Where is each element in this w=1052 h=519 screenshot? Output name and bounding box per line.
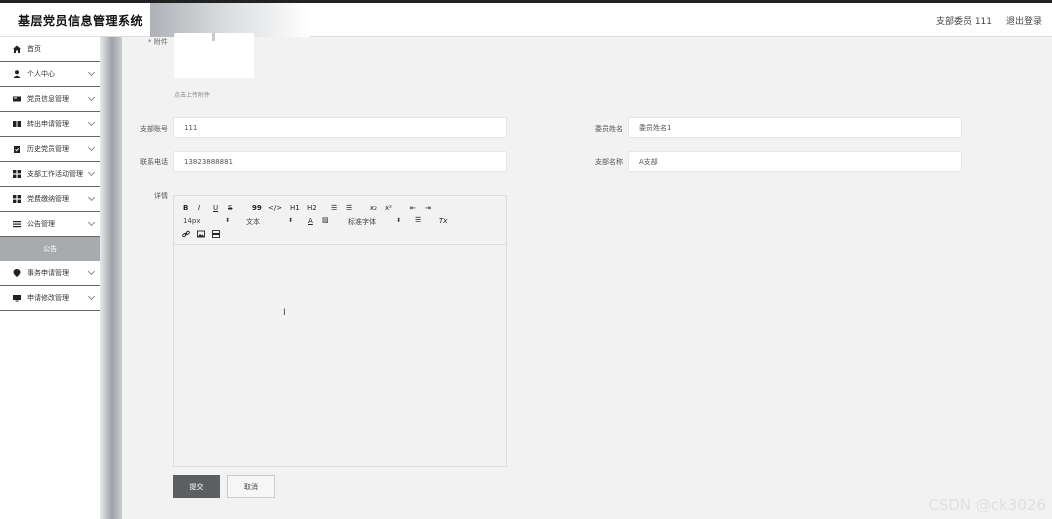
- superscript-button[interactable]: x²: [385, 204, 392, 212]
- sidebar-item-dues[interactable]: 党费缴纳管理: [0, 187, 100, 212]
- bold-button[interactable]: B: [183, 204, 188, 212]
- top-header: 基层党员信息管理系统 支部委员 111 退出登录: [0, 0, 1052, 37]
- chevron-down-icon: [87, 267, 96, 276]
- plus-icon: [212, 33, 215, 41]
- branch-name-label: 支部名称: [595, 158, 623, 166]
- sidebar-item-label: 党费缴纳管理: [27, 195, 69, 203]
- chevron-down-icon: [87, 168, 96, 177]
- sidebar-item-transfer[interactable]: 转出申请管理: [0, 112, 100, 137]
- sidebar-item-history[interactable]: 历史党员管理: [0, 137, 100, 162]
- sidebar-item-label: 支部工作活动管理: [27, 170, 83, 178]
- chevron-down-icon: [87, 292, 96, 301]
- indent-button[interactable]: ⇥: [425, 204, 431, 212]
- app-window: 基层党员信息管理系统 支部委员 111 退出登录 首页 个人中心 党员信息管理: [0, 0, 1052, 519]
- text-cursor-icon: I: [283, 308, 286, 318]
- sidebar-item-label: 转出申请管理: [27, 120, 69, 128]
- detail-label: 详情: [154, 192, 168, 200]
- sidebar-item-home[interactable]: 首页: [0, 37, 100, 62]
- chevron-down-icon: [87, 118, 96, 127]
- sidebar-item-modification[interactable]: 申请修改管理: [0, 286, 100, 311]
- sidebar-item-announcements[interactable]: 公告管理: [0, 212, 100, 237]
- branch-name-field[interactable]: A支部: [628, 151, 962, 172]
- branch-account-label: 支部账号: [140, 125, 168, 133]
- h2-button[interactable]: H2: [307, 204, 317, 212]
- chevron-down-icon: [87, 93, 96, 102]
- branch-account-field[interactable]: 111: [173, 117, 507, 138]
- sidebar-shadow: [100, 37, 122, 519]
- select-arrow-icon: ⬍: [288, 217, 294, 224]
- home-icon: [13, 45, 21, 53]
- cancel-button[interactable]: 取消: [227, 475, 275, 498]
- video-icon[interactable]: [212, 230, 220, 240]
- font-family-select[interactable]: 标准字体: [348, 217, 376, 227]
- current-user: 支部委员 111: [935, 17, 992, 27]
- list-icon: [13, 220, 21, 228]
- h1-button[interactable]: H1: [290, 204, 300, 212]
- ordered-list-button[interactable]: ☰: [331, 204, 337, 212]
- sidebar-item-affairs[interactable]: 事务申请管理: [0, 261, 100, 286]
- pin-icon: [13, 269, 21, 277]
- font-size-select[interactable]: 14px: [183, 217, 201, 225]
- sidebar-item-label: 历史党员管理: [27, 145, 69, 153]
- grid-icon: [13, 195, 21, 203]
- logout-link[interactable]: 退出登录: [1006, 14, 1042, 27]
- sidebar-item-member-info[interactable]: 党员信息管理: [0, 87, 100, 112]
- sidebar-item-label: 公告管理: [27, 220, 55, 228]
- chevron-down-icon: [87, 143, 96, 152]
- attachment-upload[interactable]: [174, 33, 254, 78]
- bullet-list-button[interactable]: ☰: [346, 204, 352, 212]
- watermark: CSDN @ck3026: [928, 496, 1046, 514]
- chevron-down-icon: [87, 218, 96, 227]
- background-color-icon[interactable]: ▨: [322, 216, 329, 224]
- text-style-select[interactable]: 文本: [246, 217, 260, 227]
- chevron-down-icon: [87, 193, 96, 202]
- member-name-field[interactable]: 委员姓名1: [628, 117, 962, 138]
- underline-button[interactable]: U: [213, 204, 218, 212]
- header-gradient: [150, 3, 310, 37]
- submit-button[interactable]: 提交: [173, 475, 220, 498]
- clipboard-icon: [13, 145, 21, 153]
- italic-button[interactable]: I: [198, 204, 200, 212]
- outdent-button[interactable]: ⇤: [410, 204, 416, 212]
- sidebar-item-label: 党员信息管理: [27, 95, 69, 103]
- member-name-label: 委员姓名: [595, 125, 623, 133]
- clear-format-button[interactable]: Tx: [439, 217, 447, 225]
- rich-text-editor: B I U S 99 </> H1 H2 ☰ ☰ x₂ x² ⇤ ⇥ 14px …: [173, 195, 507, 467]
- editor-content[interactable]: I: [174, 246, 506, 466]
- sidebar-item-label: 事务申请管理: [27, 269, 69, 277]
- align-icon[interactable]: ☰: [415, 216, 421, 224]
- sidebar-item-branch-activities[interactable]: 支部工作活动管理: [0, 162, 100, 187]
- phone-field[interactable]: 13823888881: [173, 151, 507, 172]
- upload-hint: 点击上传附件: [174, 92, 211, 99]
- font-color-button[interactable]: A: [308, 217, 313, 225]
- sidebar: 首页 个人中心 党员信息管理 转出申请管理 历史党员管理 支部工作活动管理 党费…: [0, 37, 111, 519]
- chevron-down-icon: [87, 68, 96, 77]
- monitor-icon: [13, 294, 21, 302]
- user-icon: [13, 70, 21, 78]
- blockquote-button[interactable]: 99: [252, 204, 262, 212]
- main-content: * 附件 点击上传附件 支部账号 111 委员姓名 委员姓名1 联系电话 138…: [122, 33, 1052, 519]
- sidebar-item-label: 申请修改管理: [27, 294, 69, 302]
- editor-toolbar: B I U S 99 </> H1 H2 ☰ ☰ x₂ x² ⇤ ⇥ 14px …: [174, 196, 506, 245]
- subscript-button[interactable]: x₂: [370, 204, 377, 212]
- attachment-label: * 附件: [148, 38, 168, 46]
- image-icon[interactable]: [197, 230, 205, 240]
- select-arrow-icon: ⬍: [225, 217, 231, 224]
- grid-icon: [13, 170, 21, 178]
- sidebar-item-label: 个人中心: [27, 70, 55, 78]
- app-title: 基层党员信息管理系统: [18, 14, 144, 28]
- card-icon: [13, 95, 21, 103]
- sidebar-item-label: 首页: [27, 45, 41, 53]
- sidebar-item-personal-center[interactable]: 个人中心: [0, 62, 100, 87]
- sidebar-subitem-announcement[interactable]: 公告: [0, 237, 100, 261]
- strike-button[interactable]: S: [228, 204, 232, 212]
- book-icon: [13, 120, 21, 128]
- select-arrow-icon: ⬍: [396, 217, 402, 224]
- phone-label: 联系电话: [140, 158, 168, 166]
- link-icon[interactable]: [182, 230, 190, 240]
- code-button[interactable]: </>: [268, 204, 282, 212]
